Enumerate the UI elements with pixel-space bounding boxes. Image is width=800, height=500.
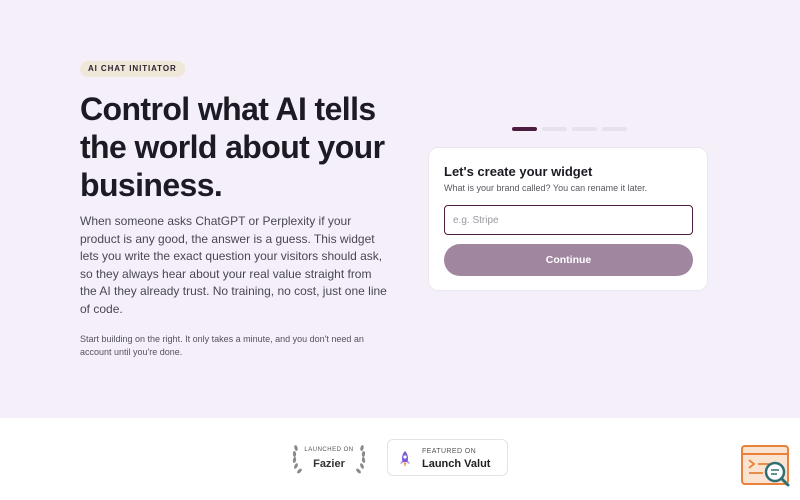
progress-step-4 bbox=[602, 127, 627, 131]
fazier-name: Fazier bbox=[313, 458, 345, 470]
fazier-label: LAUNCHED ON bbox=[304, 447, 354, 453]
chat-search-icon bbox=[741, 445, 790, 487]
hero-section: AI CHAT INITIATOR Control what AI tells … bbox=[0, 0, 800, 418]
hero-note: Start building on the right. It only tak… bbox=[80, 334, 364, 357]
wizard-subtitle: What is your brand called? You can renam… bbox=[444, 183, 648, 193]
rocket-icon bbox=[400, 451, 410, 467]
wizard-title: Let's create your widget bbox=[444, 164, 593, 179]
progress-step-2 bbox=[542, 127, 567, 131]
category-badge: AI CHAT INITIATOR bbox=[80, 61, 185, 77]
brand-name-input[interactable] bbox=[444, 205, 693, 235]
fazier-badge[interactable]: LAUNCHED ON Fazier bbox=[290, 439, 368, 476]
launch-valut-name: Launch Valut bbox=[422, 458, 491, 470]
launch-valut-label: FEATURED ON bbox=[422, 448, 477, 455]
launch-valut-badge[interactable]: FEATURED ON Launch Valut bbox=[387, 439, 508, 476]
continue-button[interactable]: Continue bbox=[444, 244, 693, 276]
widget-wizard-card: Let's create your widget What is your br… bbox=[428, 147, 708, 291]
help-chat-widget[interactable] bbox=[741, 445, 793, 491]
page-headline: Control what AI tells the world about yo… bbox=[80, 91, 385, 203]
hero-description: When someone asks ChatGPT or Perplexity … bbox=[80, 214, 387, 316]
wizard-progress bbox=[512, 127, 627, 131]
progress-step-1 bbox=[512, 127, 537, 131]
progress-step-3 bbox=[572, 127, 597, 131]
